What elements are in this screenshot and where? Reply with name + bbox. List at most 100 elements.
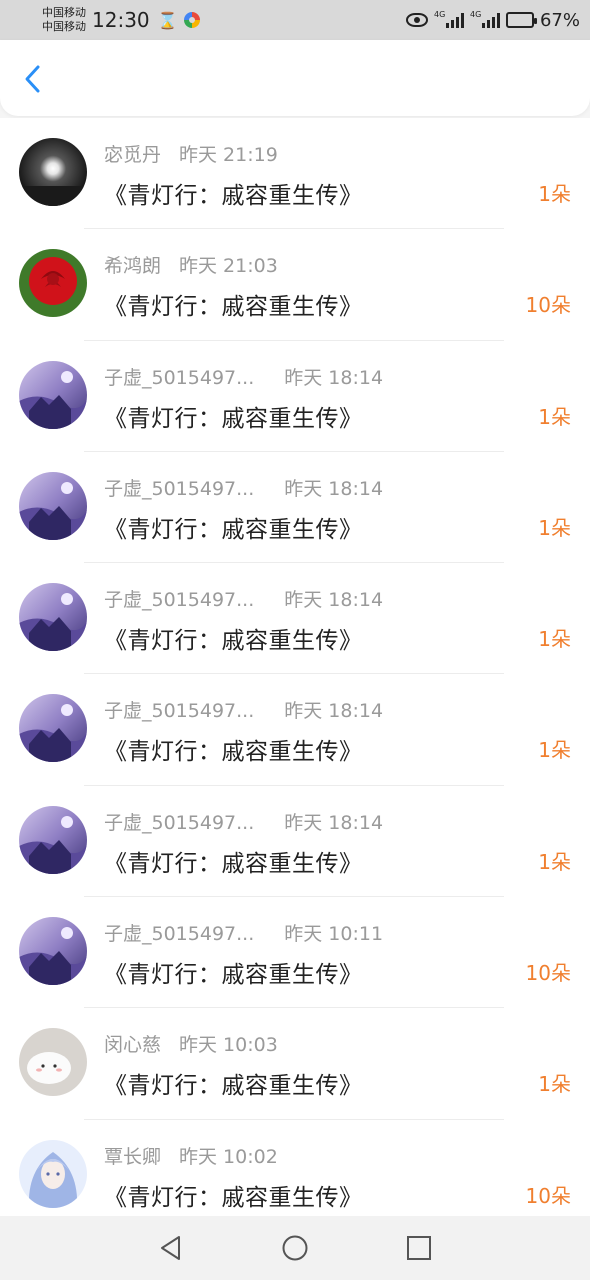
carrier-2: 中国移动 (42, 20, 86, 33)
list-item[interactable]: 希鸿朗 昨天 21:03 《青灯行：戚容重生传》 10朵 (0, 229, 590, 341)
flower-count: 10朵 (525, 1183, 571, 1208)
list-item[interactable]: 子虚_5015497... 昨天 18:14 《青灯行：戚容重生传》 1朵 (0, 674, 590, 786)
flower-count: 1朵 (538, 515, 571, 540)
timestamp: 昨天 18:14 (284, 700, 384, 723)
landscape-avatar-image (19, 583, 87, 652)
nav-back-button[interactable] (158, 1235, 184, 1261)
user-name[interactable]: 子虚_5015497... (104, 363, 254, 390)
mochi-avatar-image (19, 1028, 87, 1097)
flower-count: 10朵 (525, 293, 571, 318)
carrier-labels: 中国移动 中国移动 (42, 6, 86, 34)
user-name[interactable]: 子虚_5015497... (104, 808, 254, 835)
book-title[interactable]: 《青灯行：戚容重生传》 (104, 176, 363, 210)
row-header: 子虚_5015497... 昨天 10:11 (104, 919, 383, 946)
landscape-avatar-image (19, 805, 87, 874)
avatar[interactable] (19, 583, 87, 652)
moon-avatar-image (19, 138, 87, 206)
nav-recents-button[interactable] (406, 1235, 432, 1261)
user-name[interactable]: 闵心慈 (104, 1030, 161, 1057)
avatar[interactable] (19, 917, 87, 986)
landscape-avatar-image (19, 471, 87, 540)
battery-icon (505, 12, 537, 28)
row-header: 子虚_5015497... 昨天 18:14 (104, 585, 383, 612)
hourglass-icon: ⌛ (157, 10, 178, 30)
flower-record-list: 宓觅丹 昨天 21:19 《青灯行：戚容重生传》 1朵 希鸿朗 昨天 21:03 《青灯行：… (0, 118, 590, 1216)
triangle-back-icon (161, 1236, 180, 1260)
list-item[interactable]: 子虚_5015497... 昨天 18:14 《青灯行：戚容重生传》 1朵 (0, 341, 590, 452)
list-item[interactable]: 子虚_5015497... 昨天 18:14 《青灯行：戚容重生传》 1朵 (0, 786, 590, 898)
status-time: 12:30 (92, 8, 150, 32)
book-title[interactable]: 《青灯行：戚容重生传》 (104, 955, 363, 989)
user-name[interactable]: 子虚_5015497... (104, 585, 254, 612)
nav-home-button[interactable] (282, 1235, 308, 1261)
anime-avatar-image (19, 1139, 87, 1208)
user-name[interactable]: 宓觅丹 (104, 140, 161, 167)
timestamp: 昨天 18:14 (284, 811, 384, 834)
flower-count: 1朵 (538, 182, 571, 206)
user-name[interactable]: 希鸿朗 (104, 251, 161, 278)
timestamp: 昨天 21:03 (179, 255, 278, 278)
book-title[interactable]: 《青灯行：戚容重生传》 (104, 1066, 363, 1100)
row-header: 希鸿朗 昨天 21:03 (104, 251, 278, 278)
landscape-avatar-image (19, 360, 87, 429)
chevron-left-icon (25, 65, 40, 93)
flower-count: 1朵 (538, 738, 571, 763)
signal-icon-1: 4G (434, 10, 464, 28)
book-title[interactable]: 《青灯行：戚容重生传》 (104, 510, 363, 544)
avatar[interactable] (19, 1028, 87, 1097)
avatar[interactable] (19, 805, 87, 874)
row-header: 子虚_5015497... 昨天 18:14 (104, 696, 383, 723)
square-recents-icon (407, 1236, 431, 1260)
row-header: 子虚_5015497... 昨天 18:14 (104, 363, 383, 390)
avatar[interactable] (19, 1139, 87, 1208)
book-title[interactable]: 《青灯行：戚容重生传》 (104, 399, 363, 433)
row-header: 覃长卿 昨天 10:02 (104, 1142, 278, 1169)
landscape-avatar-image (19, 694, 87, 763)
timestamp: 昨天 10:11 (284, 923, 384, 946)
avatar[interactable] (19, 138, 87, 206)
book-title[interactable]: 《青灯行：戚容重生传》 (104, 287, 363, 321)
system-nav-bar (0, 1216, 590, 1280)
book-title[interactable]: 《青灯行：戚容重生传》 (104, 1178, 363, 1212)
user-name[interactable]: 覃长卿 (104, 1142, 161, 1169)
back-button[interactable] (20, 62, 50, 96)
user-name[interactable]: 子虚_5015497... (104, 474, 254, 501)
landscape-avatar-image (19, 917, 87, 986)
signal-tag-2: 4G (469, 10, 482, 19)
row-header: 子虚_5015497... 昨天 18:14 (104, 808, 383, 835)
app-notification-icon (183, 12, 200, 28)
eye-icon (405, 13, 428, 27)
list-item[interactable]: 覃长卿 昨天 10:02 《青灯行：戚容重生传》 10朵 (0, 1120, 590, 1216)
timestamp: 昨天 18:14 (284, 477, 384, 500)
avatar[interactable] (19, 471, 87, 540)
circle-home-icon (282, 1235, 308, 1261)
book-title[interactable]: 《青灯行：戚容重生传》 (104, 621, 363, 655)
list-item[interactable]: 子虚_5015497... 昨天 10:11 《青灯行：戚容重生传》 10朵 (0, 897, 590, 1009)
status-bar: 中国移动 中国移动 12:30 ⌛ 4G 4G 67% (0, 0, 590, 40)
row-header: 子虚_5015497... 昨天 18:14 (104, 474, 383, 501)
nav-header (0, 40, 590, 116)
book-title[interactable]: 《青灯行：戚容重生传》 (104, 844, 363, 878)
flower-count: 1朵 (538, 849, 571, 874)
carrier-1: 中国移动 (42, 6, 86, 19)
timestamp: 昨天 21:19 (179, 144, 278, 166)
timestamp: 昨天 10:03 (179, 1034, 278, 1057)
user-name[interactable]: 子虚_5015497... (104, 919, 254, 946)
avatar[interactable] (19, 249, 87, 318)
list-item[interactable]: 子虚_5015497... 昨天 18:14 《青灯行：戚容重生传》 1朵 (0, 452, 590, 564)
timestamp: 昨天 18:14 (284, 366, 384, 389)
book-title[interactable]: 《青灯行：戚容重生传》 (104, 732, 363, 766)
list-item[interactable]: 闵心慈 昨天 10:03 《青灯行：戚容重生传》 1朵 (0, 1008, 590, 1120)
flower-count: 1朵 (538, 627, 571, 652)
row-header: 闵心慈 昨天 10:03 (104, 1030, 278, 1057)
flower-count: 10朵 (525, 961, 571, 986)
row-header: 宓觅丹 昨天 21:19 (104, 140, 278, 167)
user-name[interactable]: 子虚_5015497... (104, 696, 254, 723)
avatar[interactable] (19, 360, 87, 429)
rose-avatar-image (19, 249, 87, 318)
list-item[interactable]: 宓觅丹 昨天 21:19 《青灯行：戚容重生传》 1朵 (0, 118, 590, 230)
list-item[interactable]: 子虚_5015497... 昨天 18:14 《青灯行：戚容重生传》 1朵 (0, 563, 590, 675)
timestamp: 昨天 10:02 (179, 1145, 278, 1168)
avatar[interactable] (19, 694, 87, 763)
signal-icon-2: 4G (469, 10, 500, 28)
